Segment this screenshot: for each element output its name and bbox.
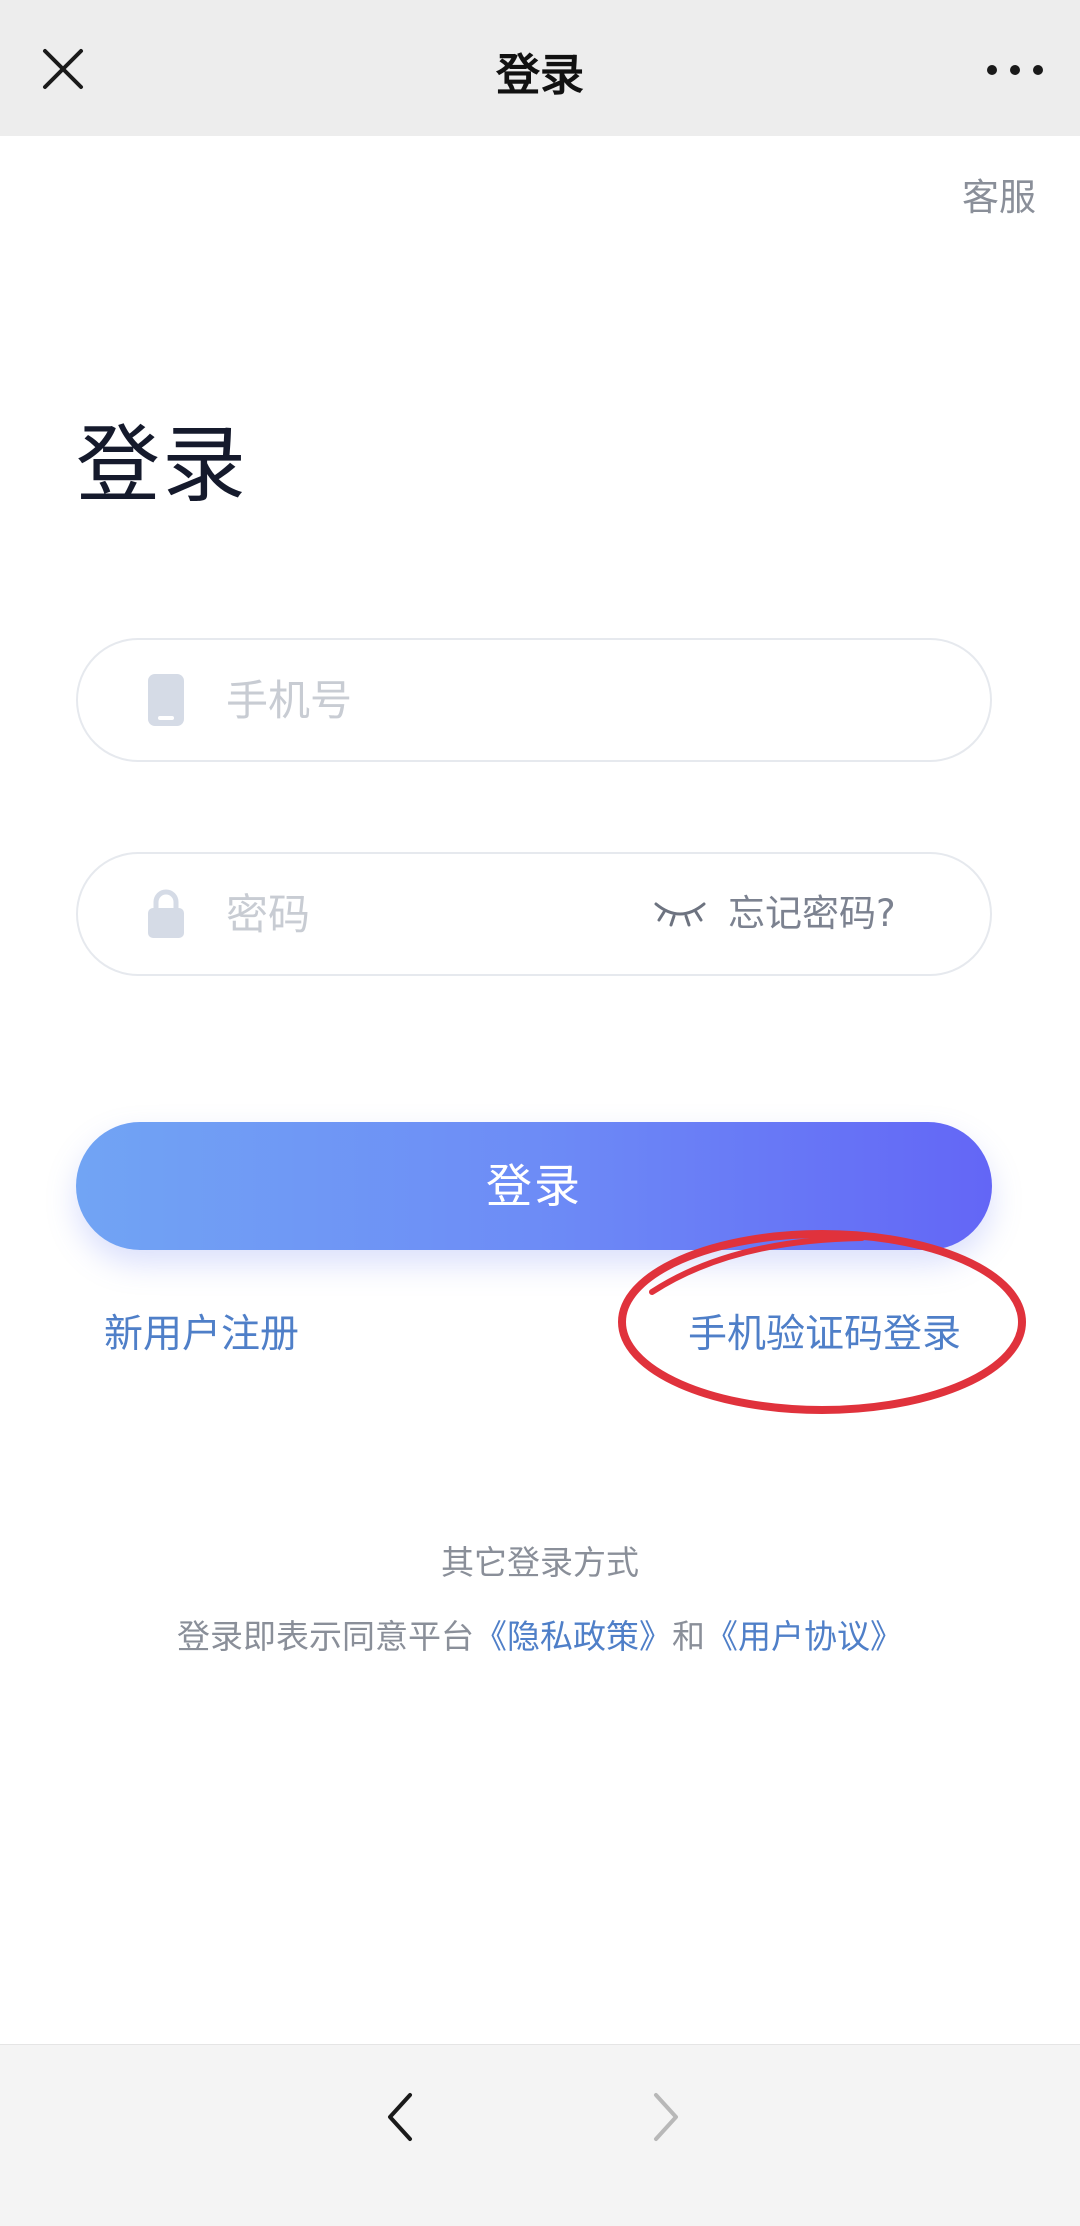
eye-closed-icon[interactable] xyxy=(652,896,708,930)
customer-service-link[interactable]: 客服 xyxy=(962,172,1036,224)
lock-icon xyxy=(146,886,186,942)
chevron-left-icon[interactable] xyxy=(380,2087,420,2147)
login-heading: 登录 xyxy=(76,416,249,514)
phone-input[interactable] xyxy=(226,640,686,760)
top-nav-bar: 登录 xyxy=(0,0,1080,136)
agreement-text: 登录即表示同意平台《隐私政策》和《用户协议》 xyxy=(0,1610,1080,1664)
page-title: 登录 xyxy=(496,50,584,101)
password-field: 忘记密码? xyxy=(76,852,992,976)
login-button[interactable]: 登录 xyxy=(76,1122,992,1250)
other-login-methods-link[interactable]: 其它登录方式 xyxy=(0,1538,1080,1588)
agreement-prefix: 登录即表示同意平台 xyxy=(177,1617,474,1656)
register-link[interactable]: 新用户注册 xyxy=(104,1305,299,1365)
user-agreement-link[interactable]: 《用户协议》 xyxy=(705,1617,903,1656)
chevron-right-icon[interactable] xyxy=(646,2087,686,2147)
login-page: 登录 客服 登录 手机号 忘记密码? 登录 新用户注册 手机验证码登录 其它登录… xyxy=(0,0,1080,2226)
more-icon[interactable] xyxy=(980,56,1050,84)
bottom-nav-bar xyxy=(0,2044,1080,2226)
password-input[interactable] xyxy=(226,854,686,974)
sms-login-link[interactable]: 手机验证码登录 xyxy=(688,1305,961,1365)
phone-icon xyxy=(146,672,186,728)
phone-field xyxy=(76,638,992,762)
privacy-policy-link[interactable]: 《隐私政策》 xyxy=(474,1617,672,1656)
agreement-conjunction: 和 xyxy=(672,1617,705,1656)
forgot-password-link[interactable]: 忘记密码? xyxy=(728,884,896,944)
